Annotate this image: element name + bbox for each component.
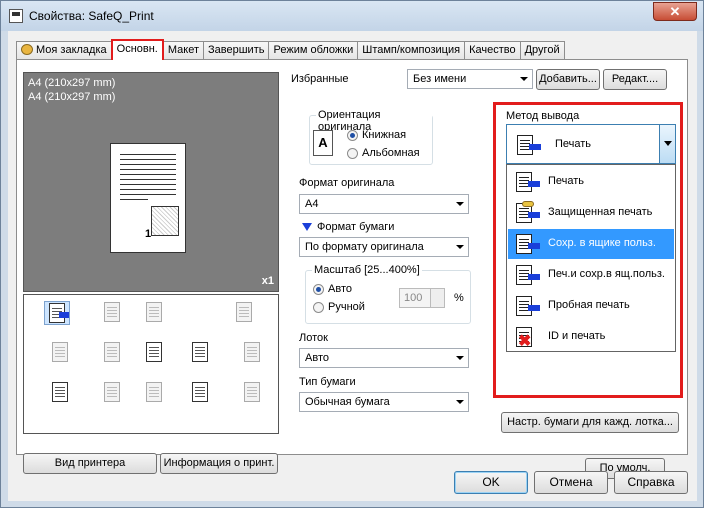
copies-badge: x1 <box>261 275 274 287</box>
close-button[interactable]: ✕ <box>653 2 697 21</box>
paper-size-select[interactable]: По формату оригинала <box>299 237 469 257</box>
paper-size-label: Формат бумаги <box>317 221 395 233</box>
chevron-down-icon <box>520 77 528 81</box>
portrait-label: Книжная <box>362 129 407 141</box>
help-button[interactable]: Справка <box>614 471 688 494</box>
copies-icon[interactable] <box>48 341 74 365</box>
printer-info-button[interactable]: Информация о принт. <box>160 453 278 474</box>
output-option-save-box[interactable]: Сохр. в ящике польз. <box>508 229 674 259</box>
chevron-down-icon <box>456 400 464 404</box>
portrait-radio[interactable] <box>347 130 358 141</box>
printer-view-button[interactable]: Вид принтера <box>23 453 157 474</box>
zoom-manual-radio[interactable] <box>313 302 324 313</box>
zoom-group: Масштаб [25...400%] <box>305 264 471 324</box>
rotate-icon[interactable] <box>232 301 258 325</box>
fold-icon[interactable] <box>142 381 168 405</box>
chevron-down-icon <box>456 245 464 249</box>
tray-label: Лоток <box>299 332 328 344</box>
favorites-select[interactable]: Без имени <box>407 69 533 89</box>
cover-icon[interactable] <box>240 381 266 405</box>
preview-page: 1 <box>110 143 186 253</box>
print-icon <box>515 133 543 157</box>
orientation-icon[interactable] <box>142 341 168 365</box>
output-option-print[interactable]: Печать <box>508 167 674 197</box>
zoom-title: Масштаб [25...400%] <box>312 264 422 276</box>
zoom-auto-label: Авто <box>328 283 352 295</box>
window-title: Свойства: SafeQ_Print <box>29 9 154 23</box>
output-option-proof-print[interactable]: Пробная печать <box>508 291 674 321</box>
zoom-unit: % <box>454 292 464 304</box>
paper-size-arrow-icon <box>302 223 312 231</box>
output-option-id-print[interactable]: ✖ ID и печать <box>508 322 674 352</box>
output-option-print-save[interactable]: Печ.и сохр.в ящ.польз. <box>508 260 674 290</box>
paper-type-label: Тип бумаги <box>299 376 356 388</box>
tab-basic[interactable]: Основн. <box>110 39 164 60</box>
edit-favorite-button[interactable]: Редакт.... <box>603 69 667 90</box>
preview-page-number: 1 <box>145 228 152 240</box>
orientation-preview-icon: A <box>313 130 333 156</box>
page-layout-icon[interactable] <box>188 341 214 365</box>
function-icon-grid <box>23 294 279 434</box>
original-size-select[interactable]: A4 <box>299 194 469 214</box>
print-mode-icon[interactable] <box>44 301 70 325</box>
tab-my-bookmark[interactable]: Моя закладка <box>16 41 112 60</box>
text-document-icon[interactable] <box>48 381 74 405</box>
page-preview: A4 (210x297 mm) A4 (210x297 mm) 1 x1 <box>23 72 279 292</box>
output-method-value: Печать <box>555 138 592 150</box>
favorites-label: Избранные <box>291 73 349 85</box>
original-size-label: Формат оригинала <box>299 177 395 189</box>
tab-other[interactable]: Другой <box>519 41 565 60</box>
tray-paper-settings-button[interactable]: Настр. бумаги для кажд. лотка... <box>501 412 679 433</box>
chevron-down-icon <box>456 356 464 360</box>
preview-caption-paper: A4 (210x297 mm) <box>28 91 116 103</box>
printer-app-icon <box>9 9 23 23</box>
tab-strip: Моя закладка Основн. Макет Завершить Реж… <box>16 39 565 60</box>
zoom-manual-label: Ручной <box>328 301 365 313</box>
proof-print-icon <box>514 294 542 318</box>
add-favorite-button[interactable]: Добавить... <box>536 69 600 90</box>
tab-quality[interactable]: Качество <box>464 41 521 60</box>
tray-select[interactable]: Авто <box>299 348 469 368</box>
combine-icon[interactable] <box>100 341 126 365</box>
tab-layout[interactable]: Макет <box>162 41 205 60</box>
tab-finish[interactable]: Завершить <box>203 41 270 60</box>
zoom-auto-radio[interactable] <box>313 284 324 295</box>
save-box-icon <box>514 232 542 256</box>
landscape-radio[interactable] <box>347 148 358 159</box>
chevron-down-icon[interactable] <box>659 125 675 163</box>
staple-icon[interactable] <box>240 341 266 365</box>
properties-window: Свойства: SafeQ_Print ✕ Моя закладка Осн… <box>0 0 704 508</box>
dialog-client: Моя закладка Основн. Макет Завершить Реж… <box>8 31 697 501</box>
preview-caption-original: A4 (210x297 mm) <box>28 77 116 89</box>
title-bar[interactable]: Свойства: SafeQ_Print ✕ <box>1 1 703 31</box>
output-method-label: Метод вывода <box>506 110 580 122</box>
output-method-list: Печать Защищенная печать Сохр. в ящике п… <box>506 164 676 352</box>
paper-type-select[interactable]: Обычная бумага <box>299 392 469 412</box>
chevron-down-icon <box>456 202 464 206</box>
id-print-icon: ✖ <box>514 325 542 350</box>
secure-print-icon <box>514 201 542 225</box>
tab-cover-mode[interactable]: Режим обложки <box>268 41 359 60</box>
tab-stamp[interactable]: Штамп/композиция <box>357 41 466 60</box>
output-method-select[interactable]: Печать <box>506 124 676 164</box>
duplex-icon[interactable] <box>142 301 168 325</box>
schedule-icon[interactable] <box>188 381 214 405</box>
person-icon <box>21 44 33 55</box>
stepper-arrows-icon[interactable] <box>430 289 444 307</box>
landscape-label: Альбомная <box>362 147 420 159</box>
print-icon <box>514 170 542 194</box>
zoom-value-stepper[interactable]: 100 <box>399 288 445 308</box>
ok-button[interactable]: OK <box>454 471 528 494</box>
booklet-icon[interactable] <box>100 301 126 325</box>
cancel-button[interactable]: Отмена <box>534 471 608 494</box>
print-save-icon <box>514 263 542 287</box>
tab-panel: A4 (210x297 mm) A4 (210x297 mm) 1 x1 Вид… <box>16 59 688 479</box>
punch-icon[interactable] <box>100 381 126 405</box>
output-option-secure-print[interactable]: Защищенная печать <box>508 198 674 228</box>
stamp-preview <box>151 206 179 236</box>
